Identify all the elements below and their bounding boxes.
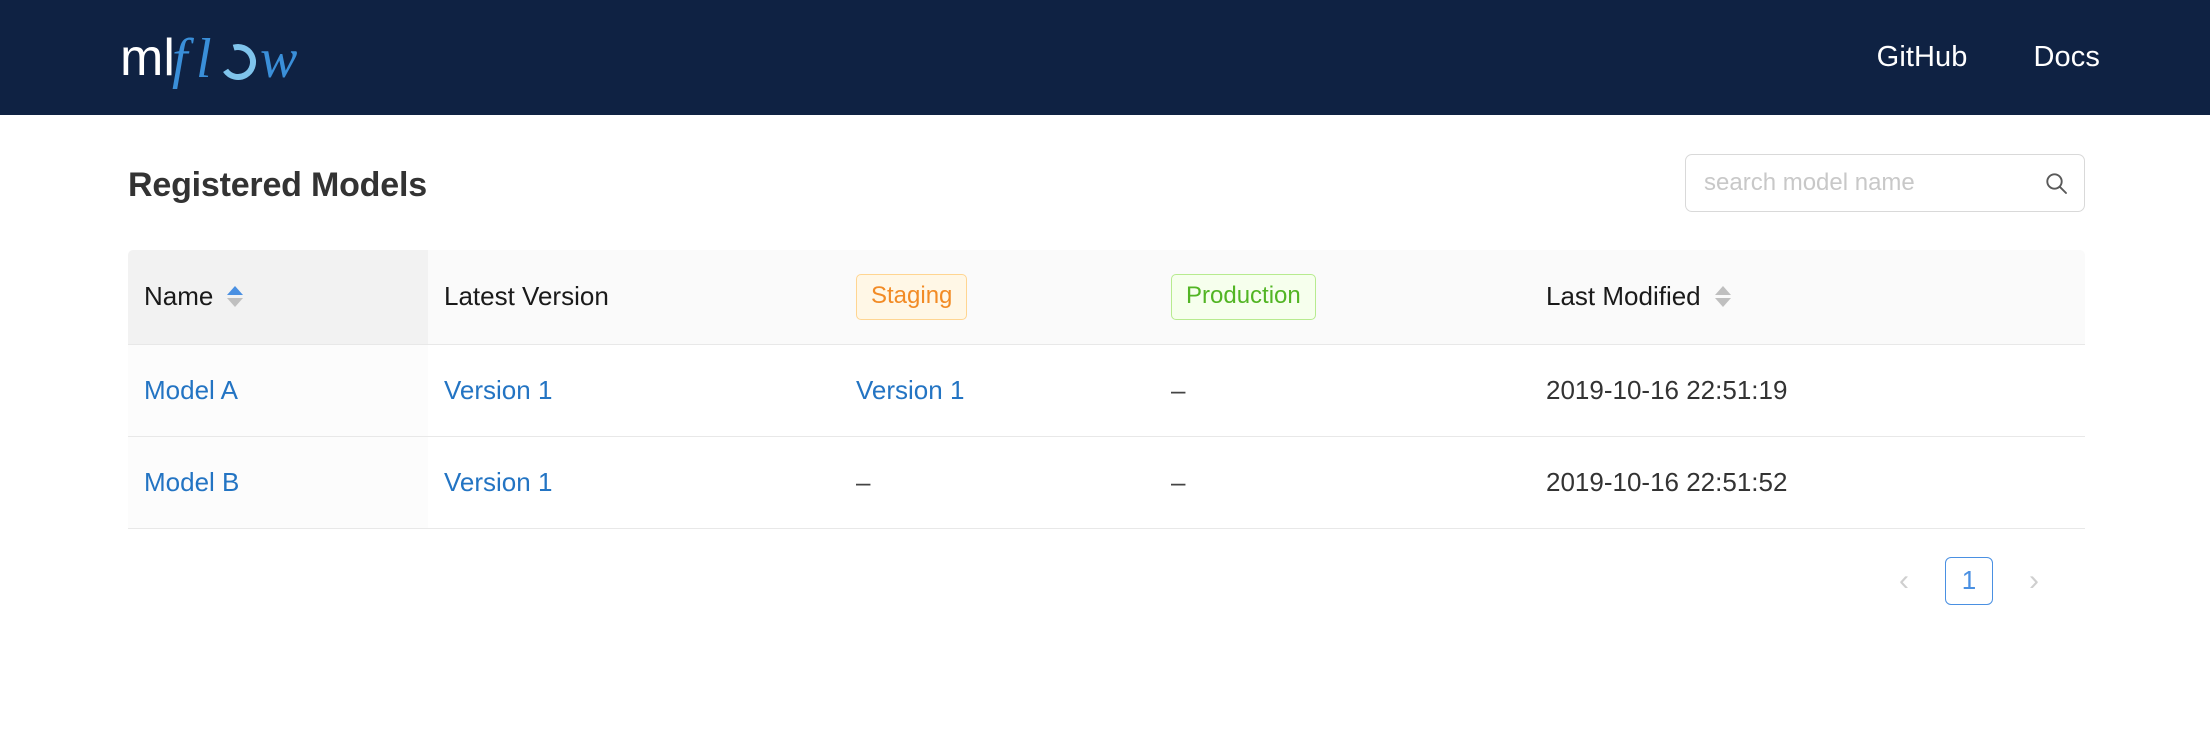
table-body: Model A Version 1 Version 1 – 2019-10-16… (128, 344, 2085, 528)
pagination: ‹ 1 › (128, 529, 2085, 633)
table-row: Model A Version 1 Version 1 – 2019-10-16… (128, 344, 2085, 436)
table-header: Name Latest Version Staging (128, 250, 2085, 344)
cell-last-modified: 2019-10-16 22:51:52 (1530, 436, 2085, 528)
column-header-staging[interactable]: Staging (840, 250, 1155, 344)
cell-last-modified: 2019-10-16 22:51:19 (1530, 344, 2085, 436)
last-modified-value: 2019-10-16 22:51:19 (1546, 375, 1787, 405)
page-content: Registered Models Name (0, 115, 2210, 633)
search-input[interactable] (1685, 154, 2085, 212)
last-modified-value: 2019-10-16 22:51:52 (1546, 467, 1787, 497)
svg-text:f: f (172, 28, 195, 90)
page-header-row: Registered Models (128, 115, 2085, 250)
pagination-prev-button[interactable]: ‹ (1881, 558, 1927, 604)
nav-link-docs[interactable]: Docs (2034, 41, 2100, 74)
cell-latest-version: Version 1 (428, 344, 840, 436)
column-header-last-modified[interactable]: Last Modified (1530, 250, 2085, 344)
page-title: Registered Models (128, 160, 427, 205)
model-name-link[interactable]: Model A (144, 375, 238, 405)
latest-version-link[interactable]: Version 1 (444, 467, 552, 497)
top-nav-links: GitHub Docs (1877, 41, 2100, 74)
caret-down-icon (1715, 298, 1731, 307)
latest-version-link[interactable]: Version 1 (444, 375, 552, 405)
status-badge-staging: Staging (856, 274, 967, 320)
model-name-link[interactable]: Model B (144, 467, 239, 497)
registered-models-table: Name Latest Version Staging (128, 250, 2085, 529)
status-badge-production: Production (1171, 274, 1316, 320)
cell-model-name: Model B (128, 436, 428, 528)
sort-toggle-name[interactable] (227, 286, 243, 307)
cell-latest-version: Version 1 (428, 436, 840, 528)
production-value: – (1171, 467, 1185, 497)
caret-up-icon (227, 286, 243, 295)
column-header-name[interactable]: Name (128, 250, 428, 344)
staging-value: – (856, 467, 870, 497)
column-label-name: Name (144, 281, 213, 312)
cell-staging: Version 1 (840, 344, 1155, 436)
pagination-page-1-button[interactable]: 1 (1945, 557, 1993, 605)
svg-text:l: l (196, 28, 212, 90)
column-header-production[interactable]: Production (1155, 250, 1530, 344)
column-label-last-modified: Last Modified (1546, 281, 1701, 312)
mlflow-logo[interactable]: ml f l w (120, 27, 340, 89)
table-header-row: Name Latest Version Staging (128, 250, 2085, 344)
cell-staging: – (840, 436, 1155, 528)
cell-production: – (1155, 344, 1530, 436)
column-header-latest-version[interactable]: Latest Version (428, 250, 840, 344)
production-value: – (1171, 375, 1185, 405)
svg-text:ml: ml (120, 29, 175, 87)
nav-link-github[interactable]: GitHub (1877, 41, 1968, 74)
column-label-latest-version: Latest Version (444, 281, 609, 312)
top-navigation-bar: ml f l w GitHub Docs (0, 0, 2210, 115)
caret-down-icon (227, 298, 243, 307)
cell-production: – (1155, 436, 1530, 528)
pagination-next-button[interactable]: › (2011, 558, 2057, 604)
caret-up-icon (1715, 286, 1731, 295)
table-row: Model B Version 1 – – 2019-10-16 22:51:5… (128, 436, 2085, 528)
staging-version-link[interactable]: Version 1 (856, 375, 964, 405)
sort-toggle-last-modified[interactable] (1715, 286, 1731, 307)
cell-model-name: Model A (128, 344, 428, 436)
search-box (1685, 154, 2085, 212)
svg-text:w: w (260, 28, 297, 90)
